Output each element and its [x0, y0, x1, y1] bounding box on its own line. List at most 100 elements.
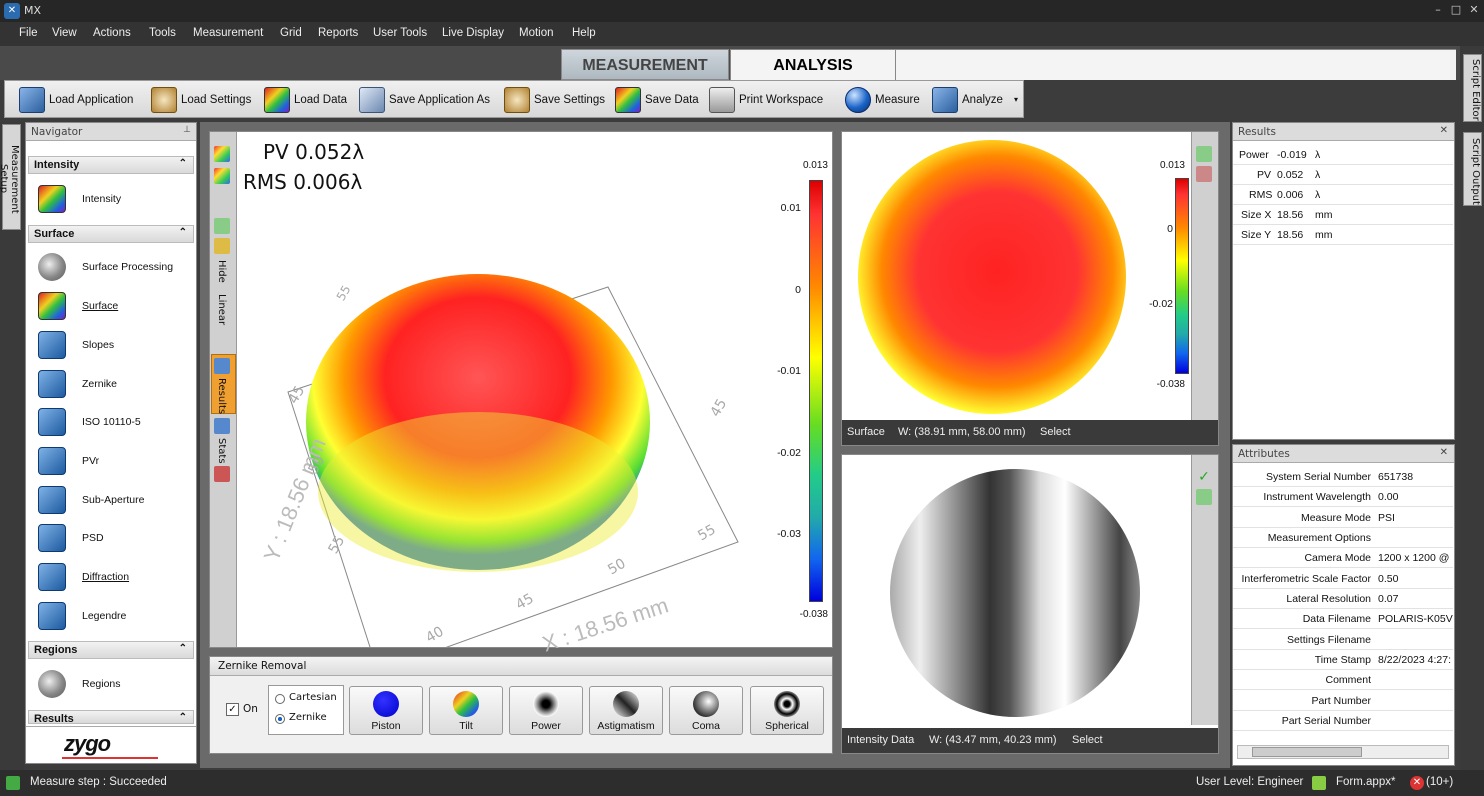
scrollbar-thumb[interactable]	[1252, 747, 1362, 757]
legendre-icon	[38, 602, 66, 630]
result-key: Size X	[1241, 209, 1272, 221]
form-file[interactable]: Form.appx*	[1336, 776, 1395, 788]
save-settings-button[interactable]: Save Settings	[504, 85, 605, 115]
astigmatism-label: Astigmatism	[597, 720, 655, 732]
menu-reports[interactable]: Reports	[318, 27, 358, 39]
nav-item-sub-aperture[interactable]: Sub-Aperture	[38, 485, 144, 515]
script-output-tab[interactable]: Script Output	[1463, 132, 1482, 206]
load-settings-button[interactable]: Load Settings	[151, 85, 251, 115]
menu-user-tools[interactable]: User Tools	[373, 27, 427, 39]
surface-3d-plot[interactable]	[238, 192, 798, 647]
close-icon[interactable]: ✕	[1440, 125, 1448, 136]
report-icon[interactable]	[214, 466, 230, 482]
save-data-label: Save Data	[645, 94, 699, 106]
nav-item-iso[interactable]: ISO 10110-5	[38, 407, 141, 437]
cartesian-radio[interactable]	[275, 694, 285, 704]
strip-stats[interactable]: Stats	[216, 438, 227, 464]
intensity-mode[interactable]: Select	[1072, 734, 1103, 746]
toolbar-overflow-icon[interactable]: ▾	[1014, 95, 1018, 104]
zernike-removal-panel: Zernike Removal ✓ On Cartesian Zernike P…	[209, 656, 833, 754]
on-checkbox[interactable]: ✓	[226, 703, 239, 716]
nav-item-diffraction[interactable]: Diffraction	[38, 562, 129, 592]
attr-value: PSI	[1378, 512, 1395, 524]
measure-button[interactable]: Measure	[845, 85, 920, 115]
view-icon[interactable]	[1196, 166, 1212, 182]
strip-hide[interactable]: Hide	[216, 260, 227, 283]
nav-item-psd[interactable]: PSD	[38, 523, 104, 553]
error-icon[interactable]: ✕	[1410, 776, 1424, 790]
logo-underline	[62, 757, 158, 759]
result-unit: λ	[1315, 169, 1321, 181]
script-editor-tab[interactable]: Script Editor	[1463, 54, 1482, 122]
menu-measurement[interactable]: Measurement	[193, 27, 263, 39]
load-data-button[interactable]: Load Data	[264, 85, 347, 115]
nav-section-regions[interactable]: Regions ⌃	[28, 641, 194, 659]
surface-mode[interactable]: Select	[1040, 426, 1071, 438]
load-data-label: Load Data	[294, 94, 348, 106]
load-application-button[interactable]: Load Application	[19, 85, 133, 115]
error-count[interactable]: (10+)	[1426, 776, 1453, 788]
astigmatism-button[interactable]: Astigmatism	[589, 686, 663, 735]
nav-item-pvr[interactable]: PVr	[38, 446, 99, 476]
nav-section-results[interactable]: Results ⌃	[28, 710, 194, 724]
power-button[interactable]: Power	[509, 686, 583, 735]
menu-actions[interactable]: Actions	[93, 27, 131, 39]
stats-icon[interactable]	[214, 418, 230, 434]
menu-view[interactable]: View	[52, 27, 77, 39]
nav-item-legendre[interactable]: Legendre	[38, 601, 126, 631]
check-icon[interactable]: ✓	[1196, 469, 1212, 485]
restore-icon[interactable]: □	[1450, 4, 1462, 16]
colorbar-min: -0.038	[799, 609, 828, 620]
menu-tools[interactable]: Tools	[149, 27, 176, 39]
nav-item-zernike[interactable]: Zernike	[38, 369, 117, 399]
tilt-button[interactable]: Tilt	[429, 686, 503, 735]
expand-icon[interactable]	[1196, 489, 1212, 505]
menu-live-display[interactable]: Live Display	[442, 27, 504, 39]
surface-map-panel: 0.013 0 -0.02 -0.038 Surface W: (38.91 m…	[841, 131, 1219, 446]
intensity-sidestrip: ✓	[1191, 455, 1218, 725]
print-workspace-button[interactable]: Print Workspace	[709, 85, 823, 115]
piston-button[interactable]: Piston	[349, 686, 423, 735]
load-data-icon[interactable]	[214, 146, 230, 162]
nav-item-slopes[interactable]: Slopes	[38, 330, 114, 360]
menu-file[interactable]: File	[19, 27, 38, 39]
measurement-setup-tab[interactable]: Measurement Setup	[0, 124, 21, 230]
expand-icon[interactable]	[214, 218, 230, 234]
nav-section-intensity[interactable]: Intensity ⌃	[28, 156, 194, 174]
nav-section-surface[interactable]: Surface ⌃	[28, 225, 194, 243]
surface-map-image[interactable]	[858, 140, 1126, 414]
horizontal-scrollbar[interactable]	[1237, 745, 1449, 759]
pin-icon[interactable]: ⊥	[183, 125, 191, 135]
tab-measurement[interactable]: MEASUREMENT	[561, 49, 729, 80]
chart-icon[interactable]	[214, 238, 230, 254]
attribute-row: Interferometric Scale Factor 0.50	[1233, 569, 1453, 589]
attribute-row: Part Serial Number	[1233, 711, 1453, 731]
menu-help[interactable]: Help	[572, 27, 596, 39]
intensity-icon	[38, 185, 66, 213]
attributes-title: Attributes	[1238, 448, 1290, 460]
nav-item-surface-processing[interactable]: Surface Processing	[38, 252, 173, 282]
nav-item-regions[interactable]: Regions	[38, 669, 121, 699]
save-application-as-button[interactable]: Save Application As	[359, 85, 490, 115]
coma-button[interactable]: Coma	[669, 686, 743, 735]
zernike-radio[interactable]	[275, 714, 285, 724]
rms-readout: RMS 0.006λ	[243, 170, 363, 194]
strip-linear[interactable]: Linear	[216, 294, 227, 325]
minimize-icon[interactable]: –	[1432, 4, 1444, 16]
analyze-button[interactable]: Analyze	[932, 85, 1003, 115]
spherical-button[interactable]: Spherical	[750, 686, 824, 735]
nav-item-surface[interactable]: Surface	[38, 291, 118, 321]
close-icon[interactable]: ✕	[1468, 4, 1480, 16]
surface-statusline: Surface W: (38.91 mm, 58.00 mm) Select	[842, 420, 1218, 445]
close-icon[interactable]: ✕	[1440, 447, 1448, 458]
tab-analysis[interactable]: ANALYSIS	[730, 49, 896, 80]
expand-icon[interactable]	[1196, 146, 1212, 162]
menu-motion[interactable]: Motion	[519, 27, 554, 39]
colorbar-tick: -0.01	[777, 365, 801, 377]
load-settings-icon	[151, 87, 177, 113]
intensity-image[interactable]	[890, 469, 1140, 717]
save-data-icon[interactable]	[214, 168, 230, 184]
save-data-button[interactable]: Save Data	[615, 85, 699, 115]
menu-grid[interactable]: Grid	[280, 27, 302, 39]
nav-item-intensity[interactable]: Intensity	[38, 184, 121, 214]
